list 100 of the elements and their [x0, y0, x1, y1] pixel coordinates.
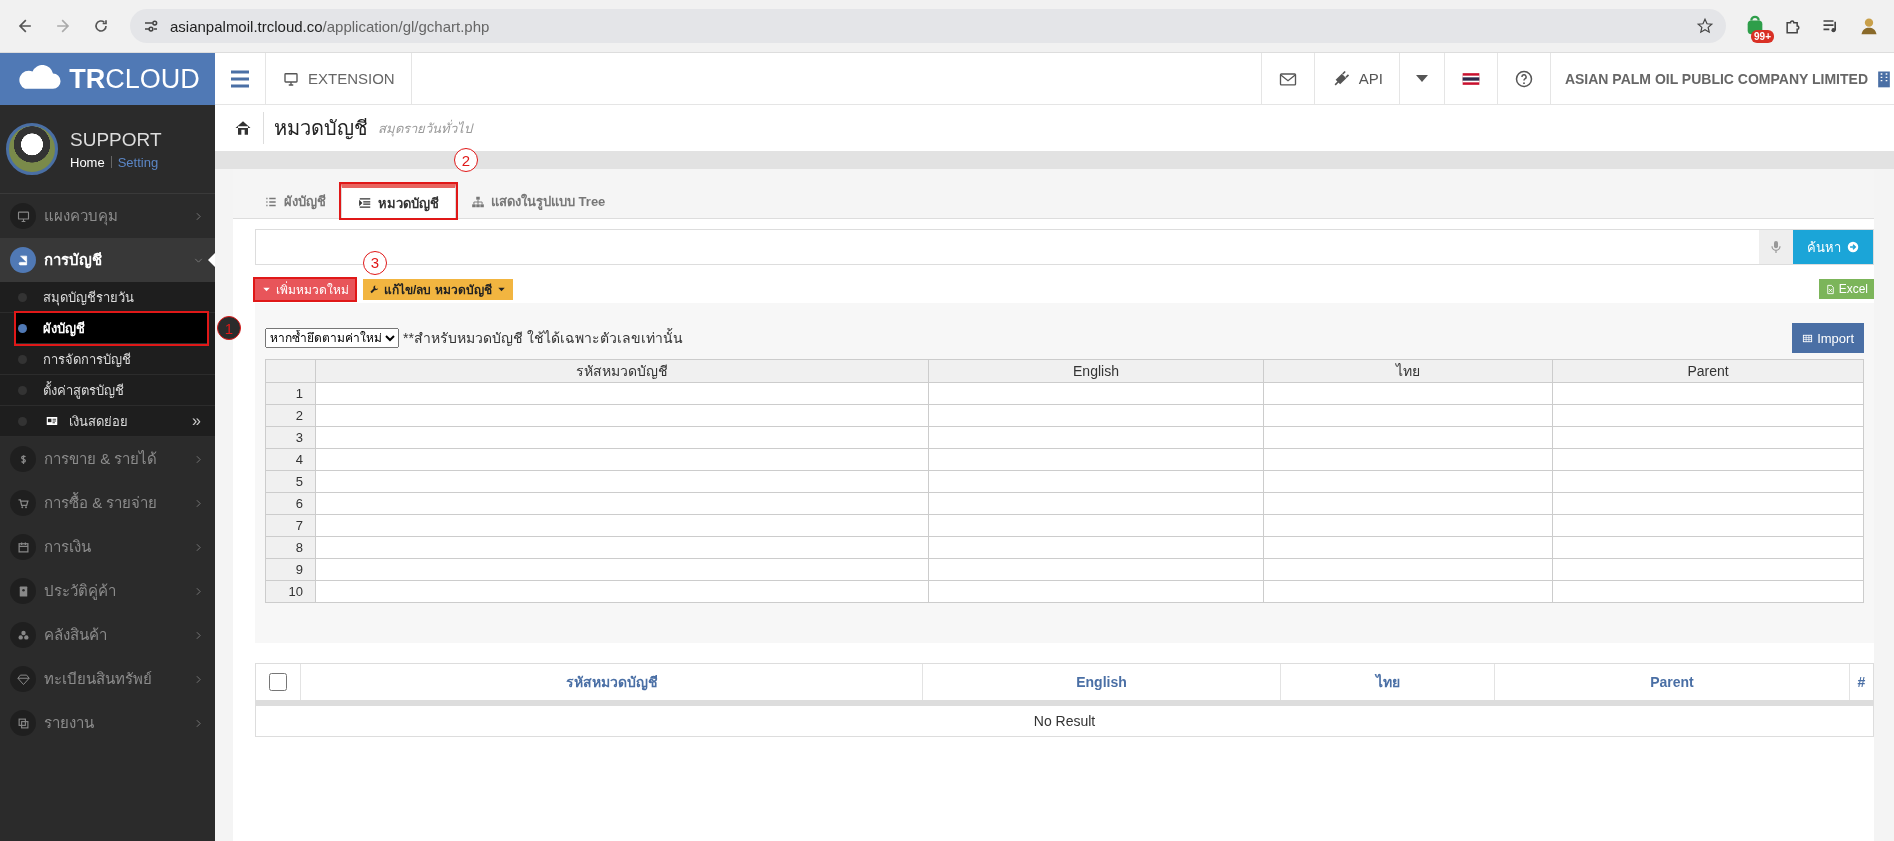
grid-cell[interactable]: [316, 559, 929, 581]
grid-cell[interactable]: [929, 559, 1264, 581]
grid-cell[interactable]: [1264, 405, 1553, 427]
column-header: รหัสหมวดบัญชี: [316, 360, 929, 383]
page-subtitle: สมุดรายวันทั่วไป: [378, 118, 472, 139]
row-number: 8: [266, 537, 316, 559]
grid-cell[interactable]: [929, 515, 1264, 537]
grid-cell[interactable]: [1553, 559, 1864, 581]
menu-item[interactable]: แผงควบคุม: [0, 194, 215, 238]
grid-cell[interactable]: [929, 405, 1264, 427]
address-bar[interactable]: asianpalmoil.trcloud.co/application/gl/gchart.php: [130, 9, 1726, 43]
grid-cell[interactable]: [1553, 471, 1864, 493]
excel-file-icon: [1824, 283, 1836, 295]
grid-cell[interactable]: [929, 449, 1264, 471]
empty-message: No Result: [1032, 712, 1097, 731]
diamond-icon: [15, 671, 31, 687]
grid-cell[interactable]: [316, 405, 929, 427]
user-name: SUPPORT: [70, 128, 162, 151]
menu-item[interactable]: ทะเบียนสินทรัพย์: [0, 657, 215, 701]
menu-item[interactable]: คลังสินค้า: [0, 613, 215, 657]
menu-item[interactable]: ประวัติคู่ค้า: [0, 569, 215, 613]
grid-cell[interactable]: [316, 493, 929, 515]
grid-cell[interactable]: [1553, 383, 1864, 405]
grid-cell[interactable]: [1264, 449, 1553, 471]
notification-badge: 99+: [1751, 30, 1774, 43]
grid-cell[interactable]: [929, 537, 1264, 559]
timeline-dot: [18, 323, 27, 333]
table-icon: [1802, 332, 1814, 344]
indent-icon: [358, 196, 372, 210]
row-number: 6: [266, 493, 316, 515]
edit-category-button[interactable]: แก้ไข/ลบ หมวดบัญชี: [363, 278, 513, 300]
grid-cell[interactable]: [929, 471, 1264, 493]
grid-cell[interactable]: [1264, 493, 1553, 515]
grid-cell[interactable]: [1264, 515, 1553, 537]
user-link[interactable]: Setting: [117, 154, 159, 170]
tab[interactable]: แสดงในรูปแบบ Tree: [456, 184, 621, 218]
expand-chevrons: »: [192, 412, 201, 430]
company-name: ASIAN PALM OIL PUBLIC COMPANY LIMITED: [1564, 70, 1868, 87]
grid-cell[interactable]: [1264, 581, 1553, 603]
grid-cell[interactable]: [1553, 449, 1864, 471]
row-number: 3: [266, 427, 316, 449]
menu-item[interactable]: การบัญชี: [0, 238, 215, 282]
grid-cell[interactable]: [1264, 537, 1553, 559]
grid-cell[interactable]: [316, 427, 929, 449]
avatar: [6, 123, 58, 175]
grid-cell[interactable]: [316, 537, 929, 559]
submenu-item[interactable]: เงินสดย่อย »: [0, 406, 215, 437]
select-all-checkbox[interactable]: [269, 673, 287, 691]
logo-text: TRCLOUD: [69, 63, 200, 95]
column-header[interactable]: #: [1850, 664, 1873, 700]
grid-cell[interactable]: [1553, 581, 1864, 603]
grid-cell[interactable]: [1553, 515, 1864, 537]
grid-cell[interactable]: [316, 581, 929, 603]
api-button[interactable]: API: [1313, 53, 1399, 104]
grid-cell[interactable]: [929, 493, 1264, 515]
mode-dropdown[interactable]: หากซ้ำยึดตามค่าใหม่: [265, 328, 399, 348]
row-number: 5: [266, 471, 316, 493]
grid-cell[interactable]: [316, 471, 929, 493]
menu-item[interactable]: การเงิน: [0, 525, 215, 569]
row-number: 7: [266, 515, 316, 537]
grid-cell[interactable]: [1264, 427, 1553, 449]
caret-icon: [1415, 75, 1428, 82]
grid-cell[interactable]: [316, 515, 929, 537]
menu-item[interactable]: รายงาน: [0, 701, 215, 745]
grid-cell[interactable]: [929, 427, 1264, 449]
row-number: 10: [266, 581, 316, 603]
grid-cell[interactable]: [316, 449, 929, 471]
extension-button[interactable]: EXTENSION: [265, 53, 412, 104]
tab[interactable]: หมวดบัญชี: [341, 184, 456, 218]
grid-cell[interactable]: [1553, 537, 1864, 559]
row-number: 1: [266, 383, 316, 405]
column-header: Parent: [1553, 360, 1864, 383]
grid-cell[interactable]: [1264, 559, 1553, 581]
url-text: asianpalmoil.trcloud.co/application/gl/gchart.php: [170, 17, 491, 35]
grid-cell[interactable]: [929, 383, 1264, 405]
import-note: **สำหรับหมวดบัญชี ใช้ได้เฉพาะตัวเลขเท่านั้น: [403, 327, 683, 348]
column-header: ไทย: [1264, 360, 1553, 383]
profile-icon: [1859, 16, 1879, 36]
add-category-button[interactable]: เพิ่มหมวดใหม่: [255, 278, 355, 300]
user-link[interactable]: Home: [70, 154, 105, 170]
grid-cell[interactable]: [1553, 405, 1864, 427]
tab[interactable]: ผังบัญชี: [249, 184, 341, 218]
menu-item[interactable]: การซื้อ & รายจ่าย: [0, 481, 215, 525]
grid-cell[interactable]: [1553, 493, 1864, 515]
copy-icon: [15, 715, 31, 731]
import-button[interactable]: Import: [1792, 323, 1864, 353]
grid-cell[interactable]: [1264, 471, 1553, 493]
column-header: English: [929, 360, 1264, 383]
menu-item[interactable]: การขาย & รายได้: [0, 437, 215, 481]
row-number: 9: [266, 559, 316, 581]
grid-cell[interactable]: [316, 383, 929, 405]
monitor-icon: [15, 208, 31, 224]
grid-cell[interactable]: [929, 581, 1264, 603]
site-settings-icon: [142, 17, 160, 35]
help-icon: [1513, 68, 1534, 89]
grid-cell[interactable]: [1553, 427, 1864, 449]
grid-cell[interactable]: [1264, 383, 1553, 405]
bookmark-star-icon: [1696, 17, 1714, 35]
wrench-icon: [369, 283, 380, 295]
submenu-item[interactable]: ผังบัญชี: [16, 313, 207, 344]
